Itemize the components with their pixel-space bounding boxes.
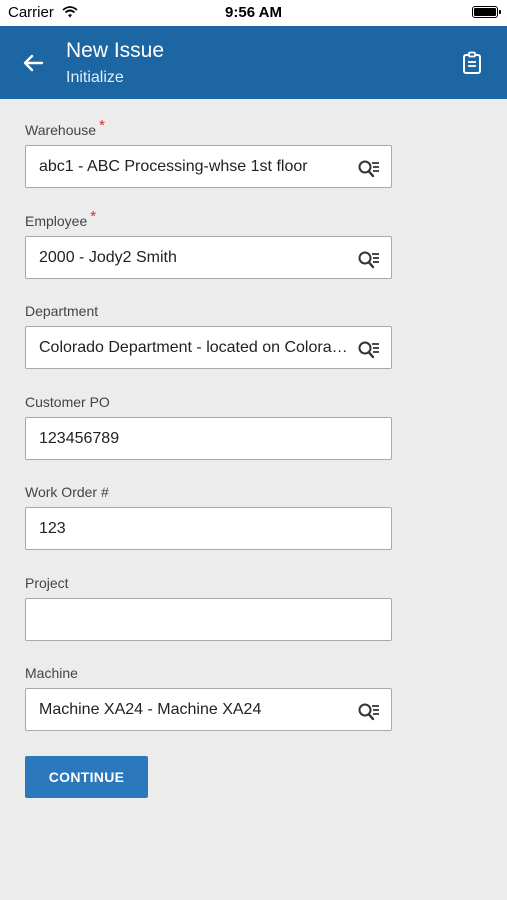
employee-label: Employee * [25, 207, 97, 229]
arrow-left-icon[interactable] [18, 48, 48, 78]
project-field: Project [25, 573, 392, 664]
department-field: Department Colorado Department - located… [25, 301, 392, 392]
department-value: Colorado Department - located on Colorad… [39, 339, 381, 356]
customer-po-input[interactable]: 123456789 [25, 416, 392, 460]
lookup-list-icon[interactable] [357, 156, 381, 178]
required-marker: * [99, 117, 105, 134]
employee-value: 2000 - Jody2 Smith [39, 248, 177, 266]
department-label: Department [25, 303, 99, 319]
customer-po-value: 123456789 [39, 429, 120, 447]
employee-field: Employee * 2000 - Jody2 Smith [25, 207, 392, 302]
work-order-label: Work Order # [25, 484, 109, 500]
customer-po-label: Customer PO [25, 393, 110, 410]
lookup-list-icon[interactable] [357, 247, 381, 269]
required-marker: * [90, 207, 97, 225]
work-order-input[interactable]: 123 [25, 507, 392, 550]
warehouse-label: Warehouse * [25, 117, 105, 138]
customer-po-field: Customer PO 123456789 [25, 392, 392, 483]
machine-label: Machine [25, 665, 78, 681]
warehouse-input[interactable]: abc1 - ABC Processing-whse 1st floor [25, 145, 392, 188]
app-bar: New Issue Initialize [0, 26, 507, 99]
battery-icon [472, 6, 501, 18]
machine-field: Machine Machine XA24 - Machine XA24 [25, 663, 392, 754]
employee-input[interactable]: 2000 - Jody2 Smith [25, 235, 392, 279]
warehouse-field: Warehouse * abc1 - ABC Processing-whse 1s… [25, 117, 392, 211]
issue-form: Warehouse * abc1 - ABC Processing-whse 1s… [25, 117, 392, 754]
work-order-field: Work Order # 123 [25, 482, 392, 573]
continue-button[interactable]: CONTINUE [25, 756, 148, 798]
machine-value: Machine XA24 - Machine XA24 [39, 701, 262, 718]
page-subtitle: Initialize [66, 69, 124, 86]
department-input[interactable]: Colorado Department - located on Colorad… [25, 326, 392, 369]
lookup-list-icon[interactable] [357, 337, 381, 359]
lookup-list-icon[interactable] [357, 699, 381, 721]
clock: 9:56 AM [225, 4, 282, 21]
work-order-value: 123 [39, 520, 66, 537]
warehouse-value: abc1 - ABC Processing-whse 1st floor [39, 158, 308, 175]
project-input[interactable] [25, 597, 392, 641]
page-title: New Issue [66, 39, 165, 62]
status-bar: Carrier 9:56 AM [0, 0, 507, 26]
project-label: Project [25, 574, 69, 591]
machine-input[interactable]: Machine XA24 - Machine XA24 [25, 688, 392, 731]
clipboard-icon[interactable] [461, 50, 483, 76]
